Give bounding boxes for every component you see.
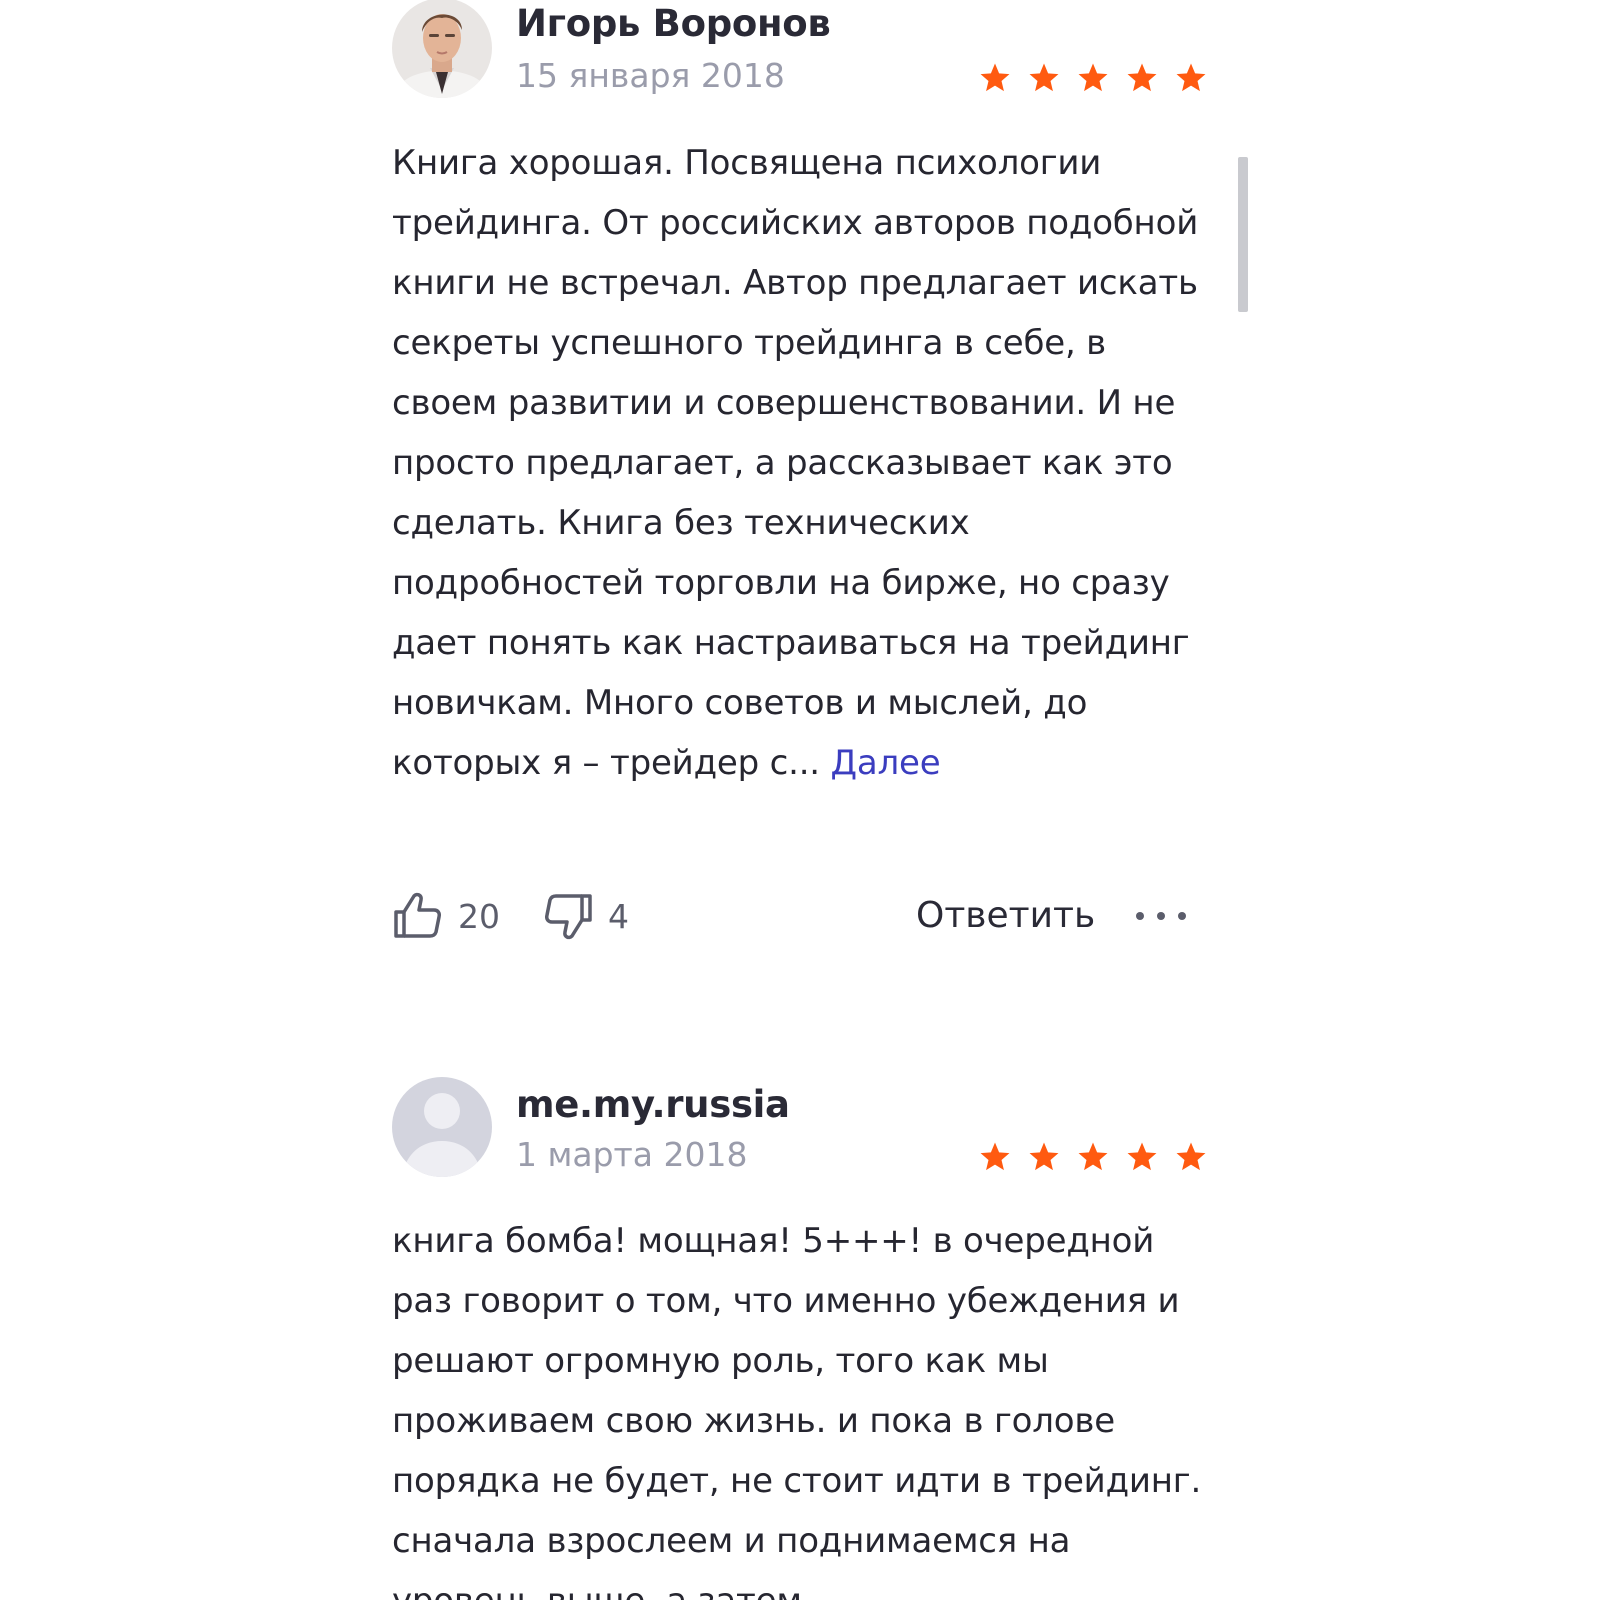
like-count: 20 xyxy=(458,896,500,936)
read-more-link[interactable]: Далее xyxy=(831,743,941,783)
user-avatar[interactable] xyxy=(392,1077,492,1177)
reply-button[interactable]: Ответить xyxy=(916,886,1095,946)
like-button[interactable]: 20 xyxy=(392,886,500,946)
dot xyxy=(1157,912,1165,920)
scrollbar-thumb[interactable] xyxy=(1238,157,1248,312)
star-icon xyxy=(1029,63,1059,92)
dot xyxy=(1178,912,1186,920)
review-date: 15 января 2018 xyxy=(516,56,785,95)
star-icon xyxy=(1078,1142,1108,1171)
star-icon xyxy=(1176,63,1206,92)
review-card: Игорь Воронов 15 января 2018 Книга хорош… xyxy=(392,0,1212,960)
review-card: me.my.russia 1 марта 2018 книга бомба! м… xyxy=(392,1075,1212,1600)
review-body: книга бомба! мощная! 5+++! в очередной р… xyxy=(392,1221,1202,1600)
thumbs-up-icon xyxy=(394,892,441,938)
more-dots-icon[interactable] xyxy=(1136,886,1186,946)
user-avatar[interactable] xyxy=(392,0,492,98)
rating-stars xyxy=(978,58,1208,98)
star-icon xyxy=(1176,1142,1206,1171)
review-text: Книга хорошая. Посвящена психологии трей… xyxy=(392,133,1212,793)
dislike-count: 4 xyxy=(608,896,629,936)
star-icon xyxy=(1127,1142,1157,1171)
star-icon xyxy=(1078,63,1108,92)
review-date: 1 марта 2018 xyxy=(516,1135,748,1174)
user-placeholder-icon xyxy=(392,1077,492,1177)
star-icon xyxy=(980,1142,1010,1171)
review-author[interactable]: Игорь Воронов xyxy=(516,2,831,45)
review-body: Книга хорошая. Посвящена психологии трей… xyxy=(392,143,1199,783)
dot xyxy=(1136,912,1144,920)
thumbs-down-icon xyxy=(545,894,592,940)
review-text: книга бомба! мощная! 5+++! в очередной р… xyxy=(392,1211,1212,1600)
star-icon xyxy=(980,63,1010,92)
star-icon xyxy=(1029,1142,1059,1171)
review-actions: 20 4 Ответить xyxy=(392,886,1192,946)
rating-stars xyxy=(978,1137,1208,1177)
user-photo xyxy=(392,0,492,98)
review-author[interactable]: me.my.russia xyxy=(516,1083,790,1126)
star-icon xyxy=(1127,63,1157,92)
dislike-button[interactable]: 4 xyxy=(542,886,629,946)
